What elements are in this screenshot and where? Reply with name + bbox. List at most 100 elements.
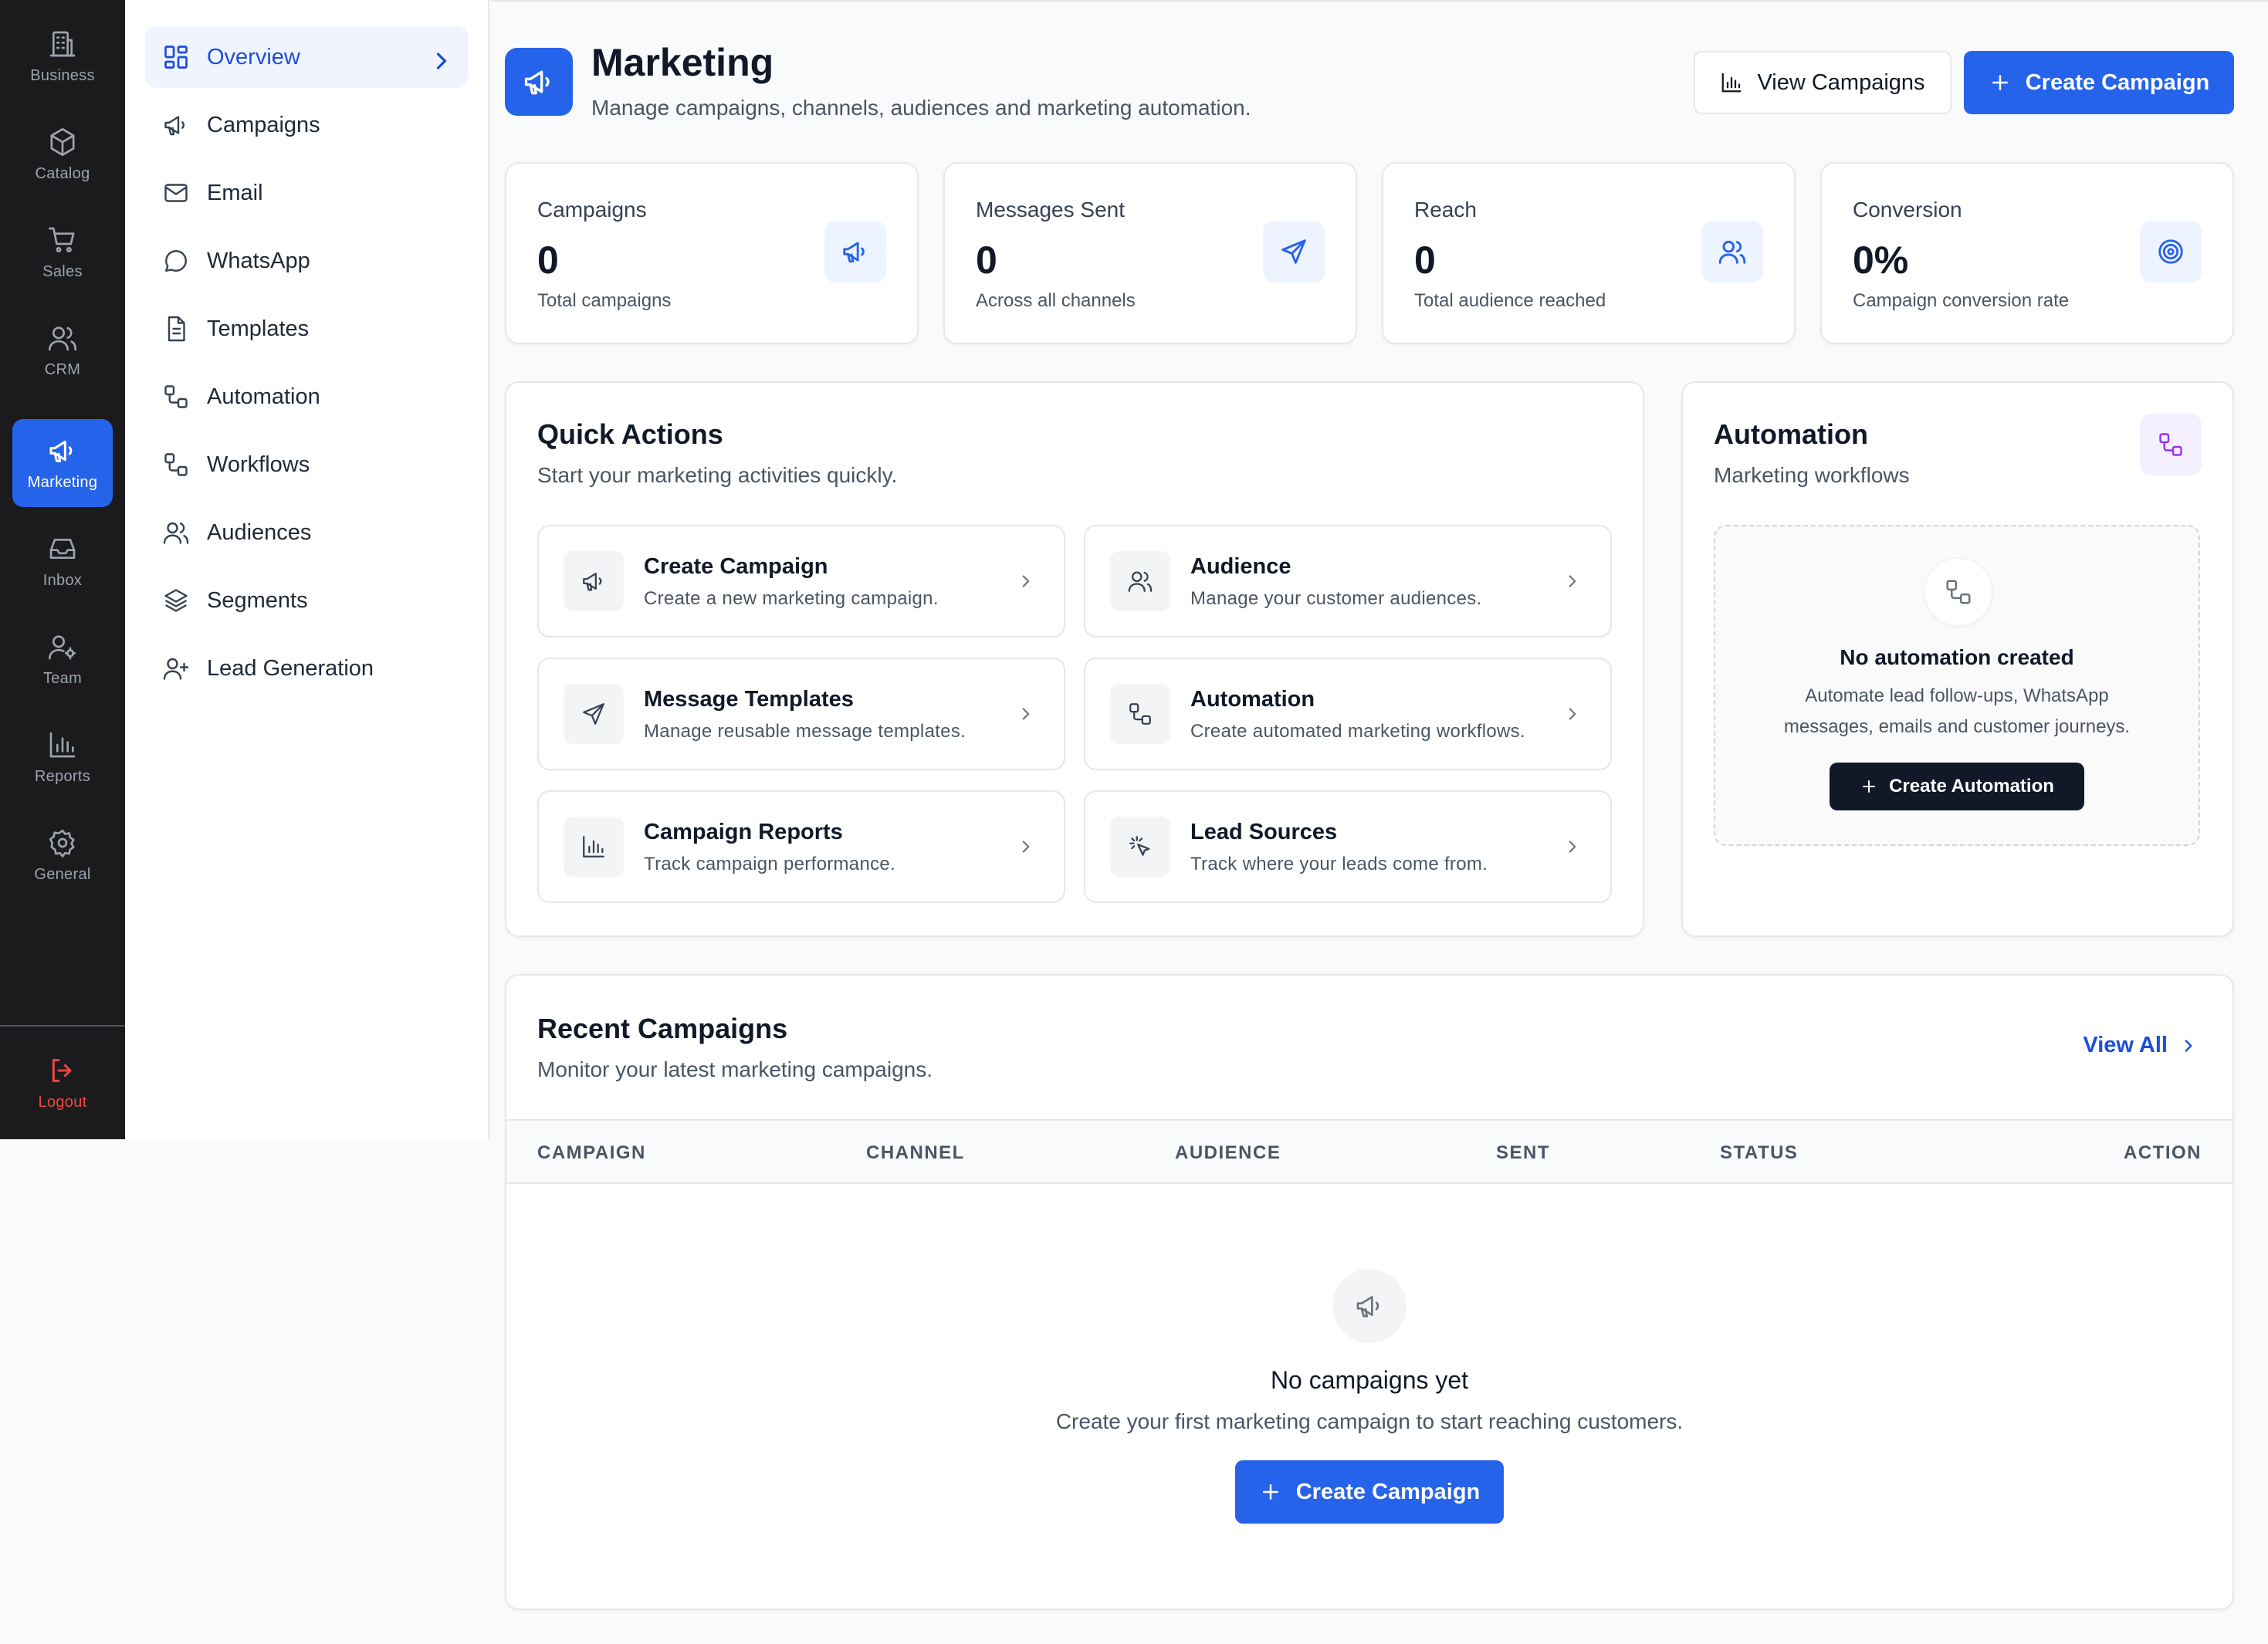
quick-action-message-templates[interactable]: Message Templates Manage reusable messag…	[537, 658, 1065, 770]
chevron-right-icon	[428, 47, 448, 69]
stat-card-reach: Reach 0 Total audience reached	[1382, 162, 1796, 344]
quick-action-lead-sources[interactable]: Lead Sources Track where your leads come…	[1084, 790, 1612, 903]
recent-empty-title: No campaigns yet	[1270, 1366, 1469, 1394]
rail-item-general[interactable]: General	[12, 811, 113, 899]
stat-desc: Across all channels	[976, 290, 1136, 311]
subnav-item-templates[interactable]: Templates	[145, 298, 468, 360]
user-plus-icon	[162, 655, 190, 682]
column-header-audience: AUDIENCE	[1175, 1142, 1281, 1163]
empty-create-campaign-button[interactable]: Create Campaign	[1235, 1460, 1504, 1524]
subnav-item-email[interactable]: Email	[145, 162, 468, 224]
column-header-sent: SENT	[1496, 1142, 1551, 1163]
quick-actions-subtitle: Start your marketing activities quickly.	[537, 463, 898, 487]
rail-item-crm[interactable]: CRM	[12, 306, 113, 394]
stat-desc: Campaign conversion rate	[1853, 290, 2070, 311]
stat-label: Campaigns	[537, 198, 647, 222]
subnav-label: Audiences	[207, 519, 312, 545]
page-subtitle: Manage campaigns, channels, audiences an…	[591, 96, 1251, 120]
view-campaigns-label: View Campaigns	[1757, 69, 1925, 95]
quick-action-automation[interactable]: Automation Create automated marketing wo…	[1084, 658, 1612, 770]
subnav-label: Lead Generation	[207, 655, 374, 681]
subnav-item-workflows[interactable]: Workflows	[145, 434, 468, 496]
view-all-link[interactable]: View All	[2083, 1033, 2199, 1058]
megaphone-icon	[47, 435, 78, 466]
subnav-label: Segments	[207, 587, 308, 613]
quick-actions-title: Quick Actions	[537, 418, 723, 450]
megaphone-icon	[162, 111, 190, 139]
rail-item-label: Inbox	[42, 571, 83, 589]
megaphone-icon	[824, 221, 886, 282]
layers-icon	[162, 587, 190, 614]
stat-desc: Total audience reached	[1414, 290, 1606, 311]
subnav-item-audiences[interactable]: Audiences	[145, 502, 468, 563]
quick-action-title: Automation	[1190, 687, 1315, 712]
logout-button[interactable]: Logout	[12, 1039, 113, 1127]
stat-desc: Total campaigns	[537, 290, 672, 311]
subnav-label: Workflows	[207, 452, 310, 477]
automation-empty-state: No automation created Automate lead foll…	[1714, 525, 2200, 846]
quick-action-title: Audience	[1190, 554, 1291, 579]
send-icon	[564, 684, 624, 744]
rail-item-inbox[interactable]: Inbox	[12, 517, 113, 605]
subnav-item-overview[interactable]: Overview	[145, 26, 468, 88]
quick-action-title: Create Campaign	[644, 554, 828, 579]
view-all-label: View All	[2083, 1033, 2168, 1057]
view-campaigns-button[interactable]: View Campaigns	[1694, 51, 1951, 114]
quick-action-desc: Track campaign performance.	[644, 854, 896, 874]
quick-action-create-campaign[interactable]: Create Campaign Create a new marketing c…	[537, 525, 1065, 638]
create-campaign-button[interactable]: Create Campaign	[1964, 51, 2234, 114]
megaphone-icon	[505, 48, 573, 116]
subnav-label: Campaigns	[207, 112, 320, 137]
rail-item-marketing[interactable]: Marketing	[12, 419, 113, 507]
user-cog-icon	[47, 631, 78, 662]
rail-item-label: Catalog	[35, 164, 90, 182]
workflow-icon	[1924, 557, 1993, 627]
rail-item-business[interactable]: Business	[12, 12, 113, 100]
marketing-subnav: Overview Campaigns Email WhatsApp Templa…	[125, 0, 489, 1139]
subnav-item-automation[interactable]: Automation	[145, 366, 468, 428]
create-automation-label: Create Automation	[1889, 776, 2054, 797]
create-campaign-label: Create Campaign	[2025, 69, 2210, 95]
subnav-item-lead-generation[interactable]: Lead Generation	[145, 638, 468, 699]
stat-label: Messages Sent	[976, 198, 1125, 222]
quick-action-audience[interactable]: Audience Manage your customer audiences.	[1084, 525, 1612, 638]
rail-item-label: Business	[30, 66, 95, 84]
rail-item-reports[interactable]: Reports	[12, 713, 113, 801]
rail-item-label: Marketing	[27, 473, 98, 491]
rail-item-label: General	[34, 865, 91, 883]
rail-item-label: CRM	[44, 360, 81, 378]
automation-title: Automation	[1714, 418, 1868, 450]
column-header-channel: CHANNEL	[866, 1142, 965, 1163]
users-icon	[1110, 551, 1170, 611]
create-automation-button[interactable]: Create Automation	[1830, 763, 2084, 810]
recent-campaigns-title: Recent Campaigns	[537, 1013, 788, 1044]
users-icon	[162, 519, 190, 546]
rail-item-sales[interactable]: Sales	[12, 208, 113, 296]
rail-item-catalog[interactable]: Catalog	[12, 110, 113, 198]
quick-action-desc: Create a new marketing campaign.	[644, 588, 939, 609]
quick-action-campaign-reports[interactable]: Campaign Reports Track campaign performa…	[537, 790, 1065, 903]
stat-value: 0	[1414, 238, 1436, 282]
quick-action-title: Lead Sources	[1190, 820, 1338, 844]
rail-item-team[interactable]: Team	[12, 615, 113, 703]
bar-chart-icon	[1720, 71, 1743, 94]
recent-empty-desc: Create your first marketing campaign to …	[1055, 1409, 1684, 1433]
workflow-icon	[162, 383, 190, 411]
quick-action-desc: Manage your customer audiences.	[1190, 588, 1482, 609]
logout-icon	[47, 1055, 78, 1086]
grid-icon	[162, 43, 190, 71]
bar-chart-icon	[564, 817, 624, 877]
quick-action-title: Campaign Reports	[644, 820, 843, 844]
subnav-item-whatsapp[interactable]: WhatsApp	[145, 230, 468, 292]
chevron-right-icon	[2178, 1036, 2199, 1056]
recent-campaigns-card: Recent Campaigns Monitor your latest mar…	[505, 974, 2234, 1610]
subnav-label: Email	[207, 180, 263, 205]
subnav-item-segments[interactable]: Segments	[145, 570, 468, 631]
send-icon	[1263, 221, 1325, 282]
subnav-label: Overview	[207, 44, 300, 69]
target-icon	[2140, 221, 2202, 282]
subnav-label: WhatsApp	[207, 248, 310, 273]
automation-card: Automation Marketing workflows No automa…	[1681, 381, 2234, 937]
subnav-item-campaigns[interactable]: Campaigns	[145, 94, 468, 156]
stat-label: Conversion	[1853, 198, 1962, 222]
